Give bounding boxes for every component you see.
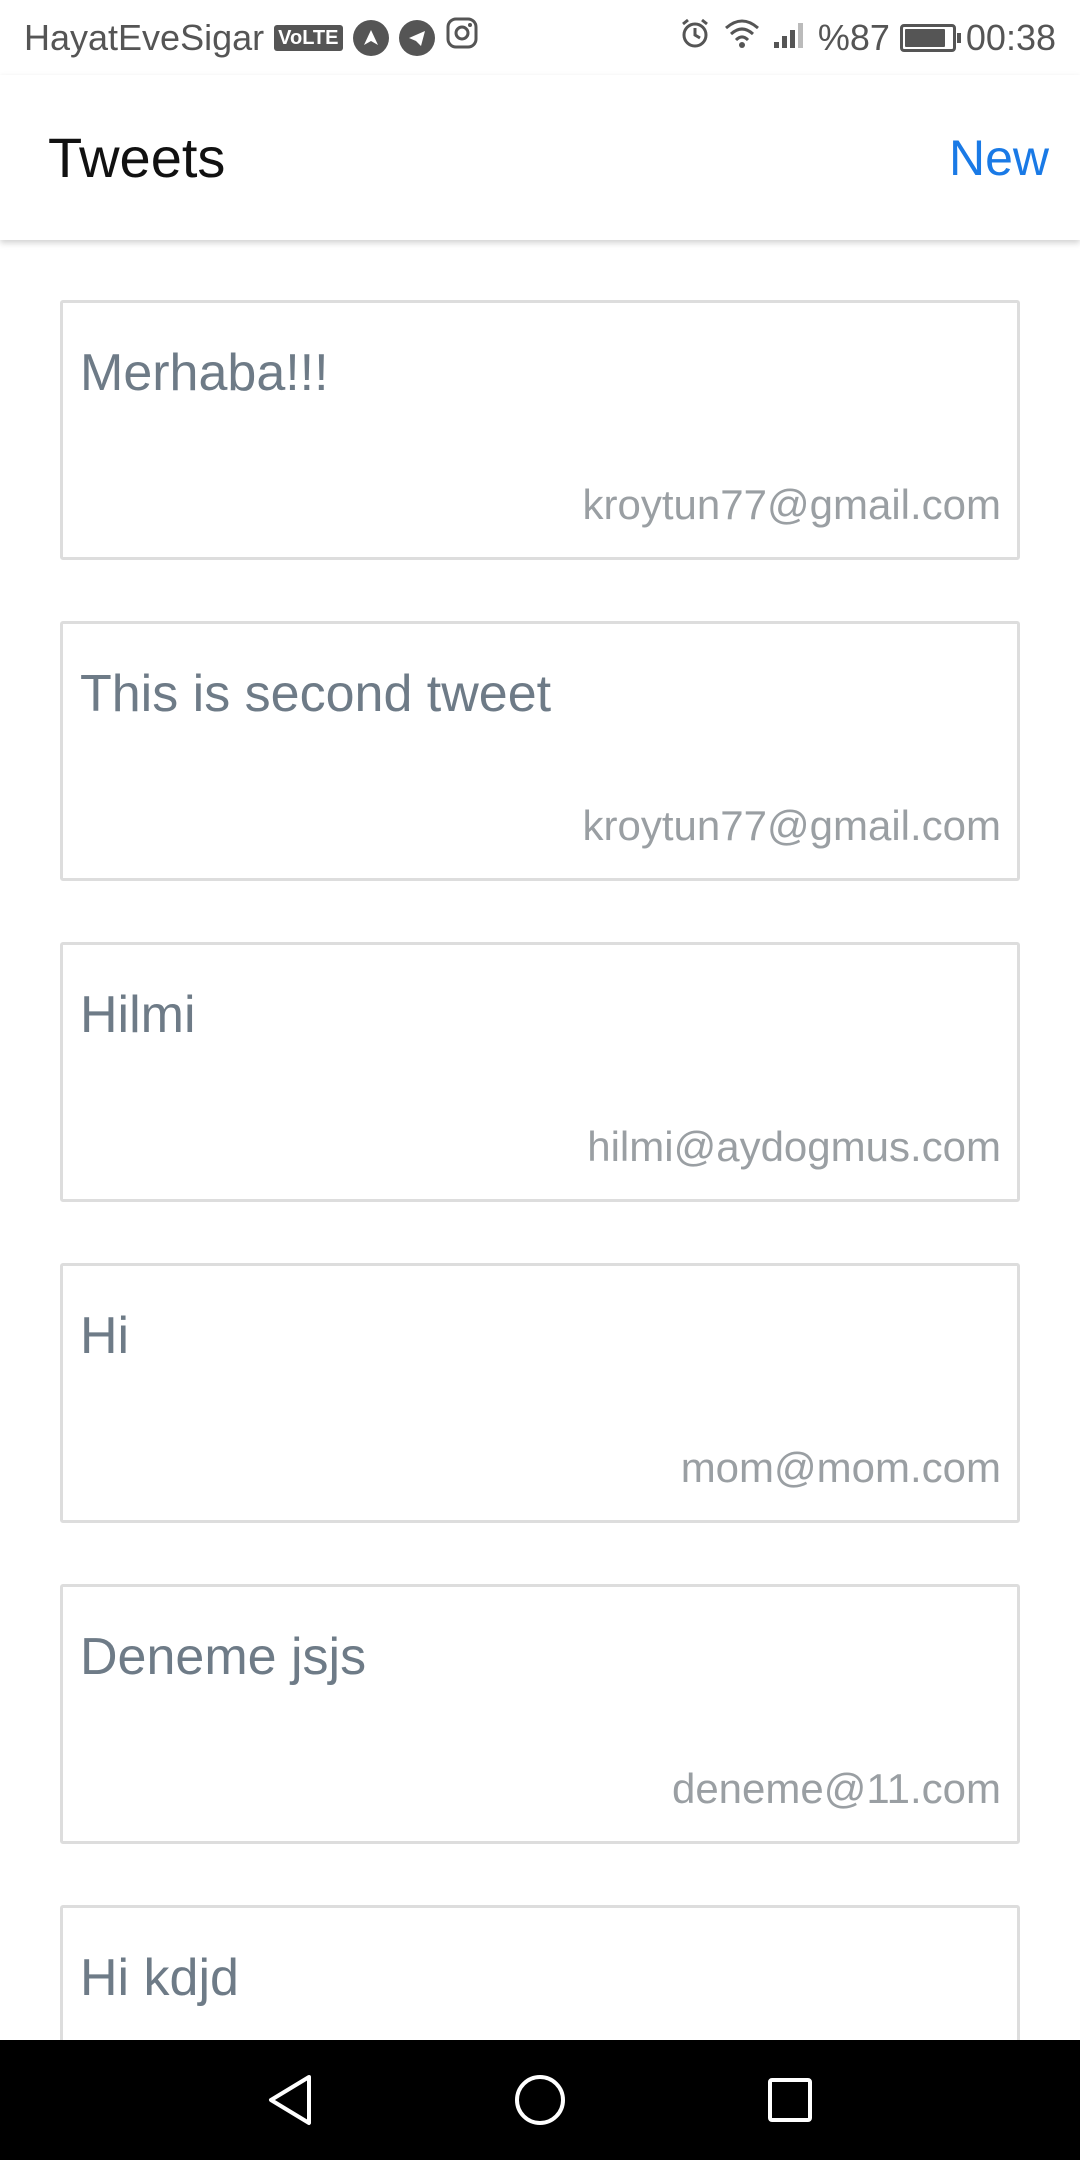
tweet-text: Hi [80, 1307, 130, 1365]
tweet-text: Hilmi [80, 986, 196, 1044]
tweet-email: deneme@11.com [671, 1765, 1001, 1812]
tweet-card[interactable]: Hilmi hilmi@aydogmus.com [60, 942, 1020, 1202]
tweet-card[interactable]: Hi kdjd [60, 1905, 1020, 2040]
new-tweet-button[interactable]: New [949, 129, 1049, 187]
status-right: %87 00:38 [678, 16, 1056, 59]
tweet-card[interactable]: Deneme jsjs deneme@11.com [60, 1584, 1020, 1844]
status-bar: HayatEveSigar VoLTE %87 00:38 [0, 0, 1080, 75]
battery-percent: %87 [817, 16, 890, 58]
tweet-email: hilmi@aydogmus.com [587, 1123, 1001, 1170]
tweet-card[interactable]: This is second tweet kroytun77@gmail.com [60, 621, 1020, 881]
battery-icon [899, 23, 961, 52]
recents-icon[interactable] [760, 2070, 820, 2130]
instagram-icon [445, 16, 479, 59]
tweet-email: kroytun77@gmail.com [582, 802, 1001, 849]
tweet-text: This is second tweet [80, 665, 552, 723]
clock: 00:38 [965, 16, 1056, 58]
tweet-email: kroytun77@gmail.com [582, 481, 1001, 528]
battery-fill [904, 28, 945, 47]
tweet-email: mom@mom.com [680, 1444, 1001, 1491]
status-left: HayatEveSigar VoLTE [24, 16, 479, 59]
tweet-text: Deneme jsjs [80, 1628, 367, 1686]
alarm-icon [678, 16, 712, 59]
volte-icon: VoLTE [274, 24, 343, 51]
home-icon[interactable] [510, 2070, 570, 2130]
signal-icon [772, 17, 808, 59]
page-title: Tweets [48, 126, 226, 189]
carrier-name: HayatEveSigar [24, 16, 265, 58]
tweet-text: Merhaba!!! [80, 344, 329, 402]
app-header: Tweets New [0, 75, 1080, 240]
tweet-card[interactable]: Merhaba!!! kroytun77@gmail.com [60, 300, 1020, 560]
wifi-icon [722, 16, 762, 59]
tweet-text: Hi kdjd [80, 1949, 239, 2007]
tweet-card[interactable]: Hi mom@mom.com [60, 1263, 1020, 1523]
back-icon[interactable] [260, 2070, 320, 2130]
navigation-icon [352, 19, 389, 56]
tweet-list[interactable]: Merhaba!!! kroytun77@gmail.com This is s… [0, 240, 1080, 2040]
system-nav-bar [0, 2040, 1080, 2160]
telegram-icon [398, 19, 435, 56]
